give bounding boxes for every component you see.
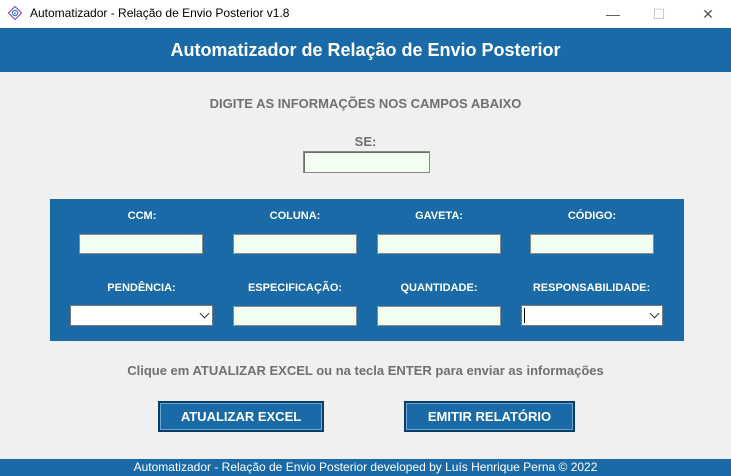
emit-report-button[interactable]: EMITIR RELATÓRIO [404, 401, 575, 432]
form-panel: CCM: COLUNA: GAVETA: CÓDIGO: PENDÊNCIA: … [50, 199, 684, 341]
hint-text: Clique em ATUALIZAR EXCEL ou na tecla EN… [127, 363, 604, 378]
codigo-input[interactable] [530, 234, 654, 254]
coluna-label: COLUNA: [269, 210, 321, 222]
page-title: Automatizador de Relação de Envio Poster… [170, 39, 561, 60]
responsabilidade-label: RESPONSABILIDADE: [532, 282, 651, 294]
responsabilidade-select[interactable] [521, 305, 663, 326]
gaveta-input[interactable] [377, 234, 501, 254]
coluna-input[interactable] [233, 234, 357, 254]
se-label: SE: [354, 134, 377, 149]
pendencia-select[interactable] [70, 305, 213, 326]
footer-credits: Automatizador - Relação de Envio Posteri… [0, 459, 731, 476]
se-input[interactable] [303, 151, 430, 173]
maximize-button[interactable]: ☐ [636, 0, 682, 28]
quantidade-label: QUANTIDADE: [400, 282, 478, 294]
pendencia-label: PENDÊNCIA: [107, 282, 176, 294]
app-header: Automatizador de Relação de Envio Poster… [0, 28, 731, 72]
minimize-button[interactable]: — [590, 0, 636, 28]
close-icon: ✕ [702, 5, 714, 22]
ccm-label: CCM: [127, 210, 157, 222]
ccm-input[interactable] [79, 234, 203, 254]
gaveta-label: GAVETA: [415, 210, 463, 222]
maximize-icon: ☐ [652, 5, 666, 22]
window-titlebar: Automatizador - Relação de Envio Posteri… [0, 0, 731, 28]
app-icon [8, 6, 22, 20]
minimize-icon: — [606, 6, 620, 22]
chevron-down-icon [199, 308, 210, 319]
close-button[interactable]: ✕ [685, 0, 731, 28]
update-excel-button[interactable]: ATUALIZAR EXCEL [158, 401, 324, 432]
codigo-label: CÓDIGO: [567, 210, 617, 222]
window-title: Automatizador - Relação de Envio Posteri… [30, 6, 290, 20]
text-caret [524, 308, 525, 323]
especificacao-input[interactable] [233, 306, 357, 326]
quantidade-input[interactable] [377, 306, 501, 326]
instruction-text: DIGITE AS INFORMAÇÕES NOS CAMPOS ABAIXO [209, 96, 522, 111]
chevron-down-icon [649, 308, 660, 319]
especificacao-label: ESPECIFICAÇÃO: [247, 282, 343, 294]
